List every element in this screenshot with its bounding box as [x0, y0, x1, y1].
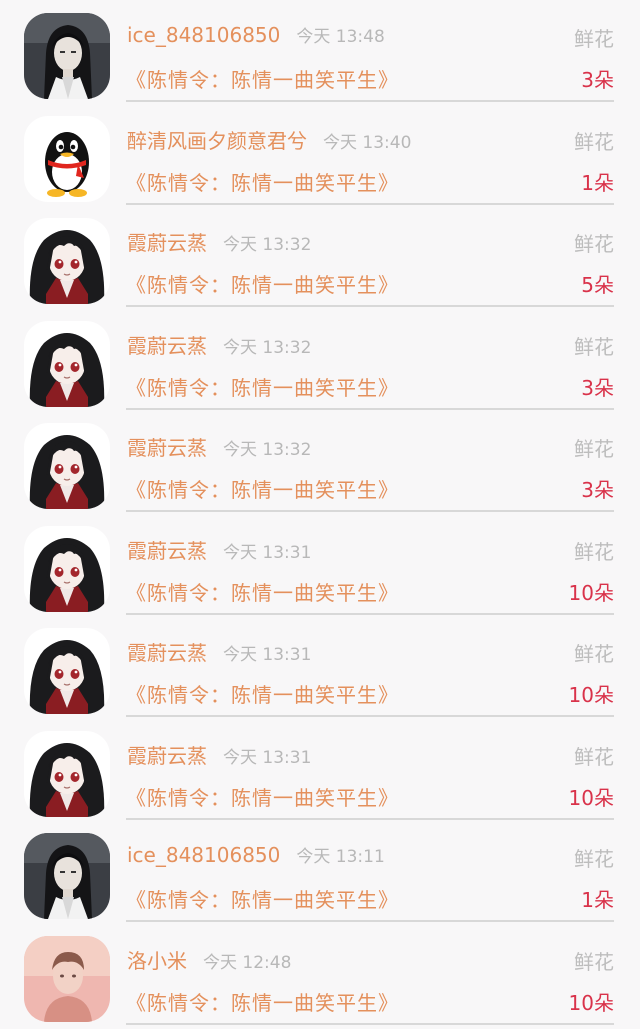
gift-time: 今天 13:40 [323, 132, 412, 153]
sender-name[interactable]: 洛小米 [127, 949, 187, 973]
work-title-link[interactable]: 《陈情令：陈情一曲笑平生》 [126, 987, 399, 1016]
gift-record-info: 霞蔚云蒸 今天 13:32 鲜花 《陈情令：陈情一曲笑平生》 3朵 [126, 308, 614, 410]
sender-name[interactable]: 醉清风画夕颜意君兮 [127, 129, 307, 153]
sender-name[interactable]: 霞蔚云蒸 [127, 539, 207, 563]
anime-character-avatar[interactable] [24, 320, 110, 407]
gift-record-info: ice_848106850 今天 13:48 鲜花 《陈情令：陈情一曲笑平生》 3… [126, 0, 614, 102]
pink-photo-avatar[interactable] [24, 935, 110, 1022]
lan-photo-avatar[interactable] [24, 13, 110, 99]
work-title-link[interactable]: 《陈情令：陈情一曲笑平生》 [126, 167, 399, 196]
flower-count: 10朵 [568, 683, 614, 707]
gift-record-row[interactable]: 霞蔚云蒸 今天 13:31 鲜花 《陈情令：陈情一曲笑平生》 10朵 [0, 615, 640, 718]
gift-record-row[interactable]: 醉清风画夕颜意君兮 今天 13:40 鲜花 《陈情令：陈情一曲笑平生》 1朵 [0, 103, 640, 206]
gift-time: 今天 13:32 [223, 440, 312, 460]
gift-time: 今天 13:31 [223, 645, 312, 665]
sender-name[interactable]: 霞蔚云蒸 [127, 231, 207, 255]
work-title-link[interactable]: 《陈情令：陈情一曲笑平生》 [126, 474, 399, 503]
gift-time: 今天 13:48 [296, 27, 385, 47]
gift-time: 今天 13:31 [223, 542, 312, 563]
sender-name[interactable]: 霞蔚云蒸 [127, 744, 207, 768]
gift-record-info: 霞蔚云蒸 今天 13:32 鲜花 《陈情令：陈情一曲笑平生》 5朵 [126, 205, 614, 307]
gift-record-row[interactable]: 霞蔚云蒸 今天 13:31 鲜花 《陈情令：陈情一曲笑平生》 10朵 [0, 718, 640, 821]
gift-type-label: 鲜花 [574, 334, 614, 359]
sender-name-line: 洛小米 今天 12:48 [127, 945, 291, 974]
flower-count: 1朵 [581, 170, 614, 195]
gift-record-info: 霞蔚云蒸 今天 13:32 鲜花 《陈情令：陈情一曲笑平生》 3朵 [126, 410, 614, 512]
gift-record-info: 霞蔚云蒸 今天 13:31 鲜花 《陈情令：陈情一曲笑平生》 10朵 [126, 718, 614, 820]
sender-name-line: 醉清风画夕颜意君兮 今天 13:40 [127, 125, 411, 154]
flower-count: 3朵 [581, 478, 614, 502]
gift-record-info: 洛小米 今天 12:48 鲜花 《陈情令：陈情一曲笑平生》 10朵 [126, 923, 614, 1025]
gift-time: 今天 13:31 [223, 747, 312, 768]
sender-name-line: 霞蔚云蒸 今天 13:31 [127, 535, 311, 564]
sender-name[interactable]: 霞蔚云蒸 [127, 436, 207, 460]
work-title-link[interactable]: 《陈情令：陈情一曲笑平生》 [126, 782, 399, 811]
flower-gift-list: ice_848106850 今天 13:48 鲜花 《陈情令：陈情一曲笑平生》 3… [0, 0, 640, 1029]
sender-name[interactable]: 霞蔚云蒸 [127, 334, 207, 358]
gift-type-label: 鲜花 [574, 949, 614, 974]
gift-type-label: 鲜花 [574, 847, 614, 871]
gift-time: 今天 13:32 [223, 235, 312, 255]
gift-record-info: 醉清风画夕颜意君兮 今天 13:40 鲜花 《陈情令：陈情一曲笑平生》 1朵 [126, 103, 614, 205]
gift-record-row[interactable]: 霞蔚云蒸 今天 13:31 鲜花 《陈情令：陈情一曲笑平生》 10朵 [0, 513, 640, 616]
gift-record-row[interactable]: 霞蔚云蒸 今天 13:32 鲜花 《陈情令：陈情一曲笑平生》 5朵 [0, 205, 640, 308]
gift-type-label: 鲜花 [574, 642, 614, 666]
flower-count: 5朵 [581, 273, 614, 297]
flower-count: 3朵 [581, 68, 614, 92]
gift-type-label: 鲜花 [574, 232, 614, 256]
sender-name-line: 霞蔚云蒸 今天 13:32 [127, 330, 311, 359]
gift-time: 今天 13:32 [223, 337, 312, 358]
anime-character-avatar[interactable] [24, 628, 110, 714]
work-title-link[interactable]: 《陈情令：陈情一曲笑平生》 [126, 884, 399, 913]
sender-name[interactable]: 霞蔚云蒸 [127, 641, 207, 665]
sender-name-line: ice_848106850 今天 13:48 [127, 22, 385, 47]
flower-count: 3朵 [581, 375, 614, 400]
work-title-link[interactable]: 《陈情令：陈情一曲笑平生》 [126, 679, 399, 708]
sender-name-line: 霞蔚云蒸 今天 13:32 [127, 432, 311, 461]
gift-record-row[interactable]: ice_848106850 今天 13:48 鲜花 《陈情令：陈情一曲笑平生》 3… [0, 0, 640, 103]
gift-time: 今天 13:11 [296, 847, 385, 867]
gift-record-info: 霞蔚云蒸 今天 13:31 鲜花 《陈情令：陈情一曲笑平生》 10朵 [126, 615, 614, 717]
gift-record-row[interactable]: 洛小米 今天 12:48 鲜花 《陈情令：陈情一曲笑平生》 10朵 [0, 923, 640, 1026]
flower-count: 1朵 [581, 888, 614, 912]
sender-name[interactable]: ice_848106850 [127, 23, 280, 47]
gift-type-label: 鲜花 [574, 437, 614, 461]
sender-name-line: 霞蔚云蒸 今天 13:31 [127, 740, 311, 769]
anime-character-avatar[interactable] [24, 730, 110, 817]
sender-name-line: 霞蔚云蒸 今天 13:32 [127, 227, 311, 256]
anime-character-avatar[interactable] [24, 525, 110, 612]
anime-character-avatar[interactable] [24, 218, 110, 304]
work-title-link[interactable]: 《陈情令：陈情一曲笑平生》 [126, 372, 399, 401]
qq-penguin-avatar[interactable] [24, 115, 110, 202]
lan-photo-avatar[interactable] [24, 833, 110, 919]
gift-time: 今天 12:48 [203, 952, 292, 973]
flower-count: 10朵 [568, 785, 614, 810]
sender-name-line: 霞蔚云蒸 今天 13:31 [127, 637, 311, 666]
gift-record-info: ice_848106850 今天 13:11 鲜花 《陈情令：陈情一曲笑平生》 1… [126, 820, 614, 922]
gift-record-row[interactable]: 霞蔚云蒸 今天 13:32 鲜花 《陈情令：陈情一曲笑平生》 3朵 [0, 410, 640, 513]
sender-name-line: ice_848106850 今天 13:11 [127, 842, 385, 867]
gift-type-label: 鲜花 [574, 27, 614, 51]
gift-type-label: 鲜花 [574, 744, 614, 769]
flower-count: 10朵 [568, 990, 614, 1015]
sender-name[interactable]: ice_848106850 [127, 843, 280, 867]
gift-type-label: 鲜花 [574, 539, 614, 564]
work-title-link[interactable]: 《陈情令：陈情一曲笑平生》 [126, 269, 399, 298]
anime-character-avatar[interactable] [24, 423, 110, 509]
gift-type-label: 鲜花 [574, 129, 614, 154]
flower-count: 10朵 [568, 580, 614, 605]
gift-record-info: 霞蔚云蒸 今天 13:31 鲜花 《陈情令：陈情一曲笑平生》 10朵 [126, 513, 614, 615]
gift-record-row[interactable]: 霞蔚云蒸 今天 13:32 鲜花 《陈情令：陈情一曲笑平生》 3朵 [0, 308, 640, 411]
work-title-link[interactable]: 《陈情令：陈情一曲笑平生》 [126, 64, 399, 93]
gift-record-row[interactable]: ice_848106850 今天 13:11 鲜花 《陈情令：陈情一曲笑平生》 1… [0, 820, 640, 923]
work-title-link[interactable]: 《陈情令：陈情一曲笑平生》 [126, 577, 399, 606]
